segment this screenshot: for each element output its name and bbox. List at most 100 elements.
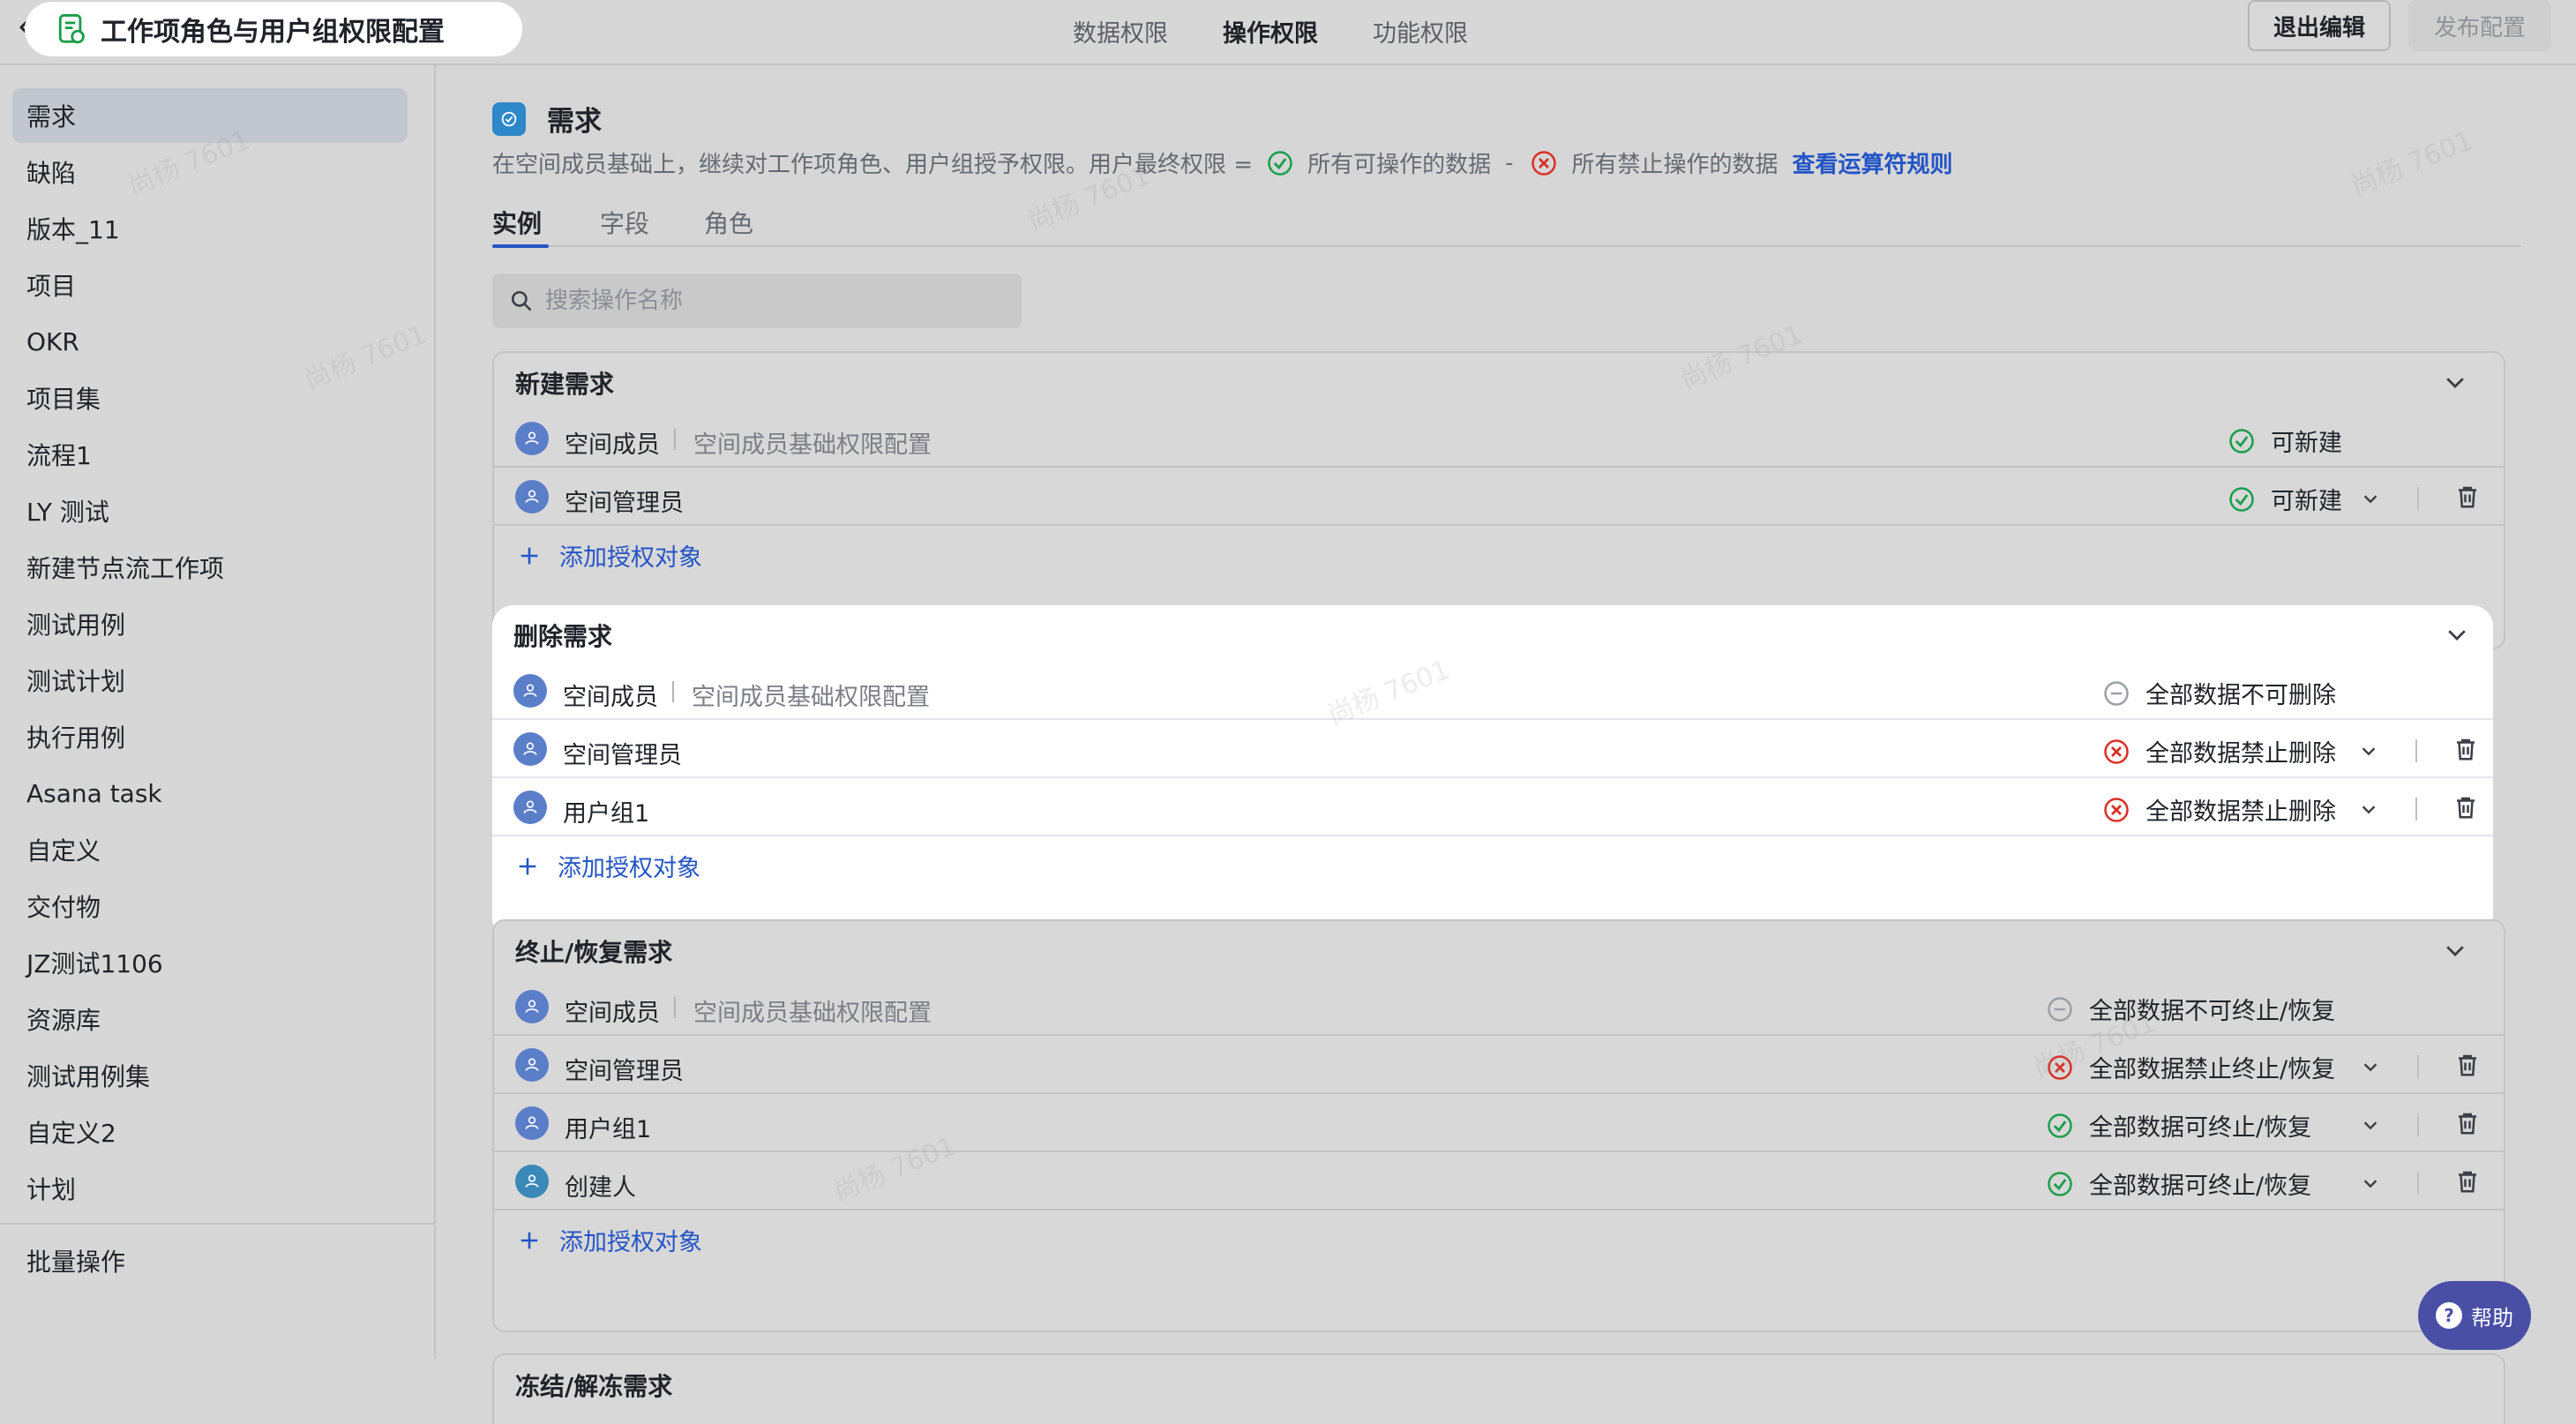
sidebar-item-exec-case[interactable]: 执行用例 [12, 709, 408, 764]
desc-allowed: 所有可操作的数据 [1307, 152, 1492, 178]
permission-status-dropdown[interactable]: 全部数据禁止删除 [2103, 792, 2336, 827]
sidebar-item-batch-operation[interactable]: 批量操作 [12, 1233, 408, 1288]
permission-status-dropdown[interactable]: 全部数据禁止删除 [2103, 734, 2336, 768]
sidebar-item-custom[interactable]: 自定义 [12, 822, 408, 877]
sidebar-item-project-set[interactable]: 项目集 [12, 371, 408, 425]
add-label: 添加授权对象 [559, 544, 702, 572]
member-group-avatar-icon [515, 1048, 549, 1082]
sidebar-item-test-case[interactable]: 测试用例 [12, 596, 408, 651]
permission-status-dropdown[interactable]: 全部数据可终止/恢复 [2047, 1166, 2311, 1201]
sidebar-item-jz-test[interactable]: JZ测试1106 [12, 935, 408, 990]
creator-avatar-icon [515, 1165, 549, 1198]
sidebar-item-test-case-set[interactable]: 测试用例集 [12, 1048, 408, 1103]
publish-config-button[interactable]: 发布配置 [2408, 0, 2551, 51]
exit-edit-button[interactable]: 退出编辑 [2248, 0, 2391, 51]
member-group-avatar-icon [513, 674, 547, 708]
sidebar-item-resource-lib[interactable]: 资源库 [12, 992, 408, 1046]
status-label: 可新建 [2271, 488, 2342, 515]
chevron-down-icon[interactable] [2442, 369, 2468, 395]
question-icon: ? [2436, 1302, 2462, 1329]
chevron-down-icon[interactable] [2442, 937, 2468, 963]
trash-icon[interactable] [2454, 483, 2481, 510]
row-name: 创建人 [565, 1174, 636, 1202]
desc-prefix: 在空间成员基础上，继续对工作项角色、用户组授予权限。用户最终权限 = [492, 152, 1254, 178]
sidebar-item-test-plan[interactable]: 测试计划 [12, 653, 408, 708]
permission-status-dropdown[interactable]: 全部数据禁止终止/恢复 [2047, 1050, 2335, 1084]
help-button[interactable]: ? 帮助 [2418, 1281, 2531, 1350]
chevron-down-icon[interactable] [2359, 799, 2378, 819]
sidebar-item-version[interactable]: 版本_11 [12, 201, 408, 256]
sidebar-divider [0, 1223, 434, 1225]
tab-function-permission[interactable]: 功能权限 [1373, 14, 1468, 49]
tab-operation-permission[interactable]: 操作权限 [1223, 14, 1318, 49]
operator-rules-link[interactable]: 查看运算符规则 [1792, 146, 1952, 179]
trash-icon[interactable] [2454, 1168, 2481, 1195]
permission-row: 空间成员 空间成员基础权限配置 可新建 [494, 411, 2504, 468]
row-note: 空间成员基础权限配置 [692, 684, 930, 711]
plus-icon [520, 547, 538, 564]
close-circle-icon [2104, 797, 2129, 822]
sidebar-item-node-flow[interactable]: 新建节点流工作项 [12, 540, 408, 595]
status-label: 可新建 [2271, 430, 2342, 457]
trash-icon[interactable] [2454, 1052, 2481, 1078]
sidebar-item-deliverable[interactable]: 交付物 [12, 879, 408, 933]
status-label: 全部数据禁止删除 [2145, 798, 2336, 826]
chevron-down-icon[interactable] [2361, 489, 2380, 508]
add-authorized-object-button[interactable]: 添加授权对象 [517, 538, 702, 573]
chevron-down-icon[interactable] [2359, 741, 2378, 761]
chevron-down-icon[interactable] [2361, 1115, 2380, 1135]
close-circle-icon [2104, 738, 2129, 764]
trash-icon[interactable] [2452, 794, 2479, 821]
tab-role[interactable]: 角色 [704, 205, 753, 240]
trash-icon[interactable] [2454, 1110, 2481, 1136]
tab-data-permission[interactable]: 数据权限 [1073, 14, 1168, 49]
member-group-avatar-icon [515, 422, 549, 455]
row-name: 空间管理员 [563, 742, 682, 769]
chevron-down-icon[interactable] [2361, 1057, 2380, 1076]
sidebar-item-flow1[interactable]: 流程1 [12, 427, 408, 482]
search-box[interactable] [492, 274, 1022, 328]
sidebar-item-requirement[interactable]: 需求 [12, 88, 408, 143]
card-title: 删除需求 [513, 622, 613, 651]
trash-icon[interactable] [2452, 736, 2479, 762]
permission-formula-description: 在空间成员基础上，继续对工作项角色、用户组授予权限。用户最终权限 = 所有可操作… [492, 146, 1953, 179]
divider [2417, 1113, 2419, 1136]
member-group-avatar-icon [515, 990, 549, 1023]
permission-row: 空间管理员 可新建 [494, 469, 2504, 526]
permission-row: 创建人 全部数据可终止/恢复 [494, 1154, 2504, 1210]
permission-card-terminate: 终止/恢复需求 空间成员 空间成员基础权限配置 全部数据不可终止/恢复 空间管理… [492, 919, 2505, 1332]
divider [2415, 798, 2417, 821]
check-circle-icon [2048, 1171, 2072, 1196]
desc-forbidden: 所有禁止操作的数据 [1571, 152, 1778, 178]
sidebar-item-asana-task[interactable]: Asana task [12, 766, 408, 821]
tab-field[interactable]: 字段 [600, 205, 649, 240]
tab-instance[interactable]: 实例 [492, 205, 542, 240]
sidebar-item-okr[interactable]: OKR [12, 314, 408, 369]
sidebar: 需求 缺陷 版本_11 项目 OKR 项目集 流程1 LY 测试 新建节点流工作… [0, 65, 436, 1359]
requirement-type-icon [492, 101, 526, 136]
add-authorized-object-button[interactable]: 添加授权对象 [515, 849, 700, 883]
divider [674, 997, 676, 1018]
help-label: 帮助 [2471, 1305, 2513, 1330]
add-label: 添加授权对象 [558, 855, 700, 882]
search-input[interactable] [543, 287, 988, 315]
sidebar-item-ly-test[interactable]: LY 测试 [12, 483, 408, 538]
divider [2417, 1172, 2419, 1195]
permission-status: 全部数据不可终止/恢复 [2047, 992, 2335, 1026]
row-name: 空间管理员 [565, 490, 684, 517]
chevron-down-icon[interactable] [2361, 1173, 2380, 1193]
sidebar-item-custom2[interactable]: 自定义2 [12, 1105, 408, 1159]
sidebar-item-plan[interactable]: 计划 [12, 1161, 408, 1216]
sidebar-item-defect[interactable]: 缺陷 [12, 145, 408, 199]
add-authorized-object-button[interactable]: 添加授权对象 [517, 1223, 702, 1257]
permission-status-dropdown[interactable]: 可新建 [2228, 482, 2342, 516]
chevron-down-icon[interactable] [2444, 621, 2470, 648]
permission-row: 空间管理员 全部数据禁止终止/恢复 [494, 1038, 2504, 1094]
permission-row: 空间管理员 全部数据禁止删除 [492, 722, 2493, 778]
card-title: 新建需求 [515, 370, 615, 399]
row-name: 空间管理员 [565, 1058, 684, 1085]
divider [2417, 487, 2419, 510]
permission-status-dropdown[interactable]: 全部数据可终止/恢复 [2047, 1108, 2311, 1143]
sidebar-item-project[interactable]: 项目 [12, 258, 408, 312]
member-group-avatar-icon [515, 1106, 549, 1140]
